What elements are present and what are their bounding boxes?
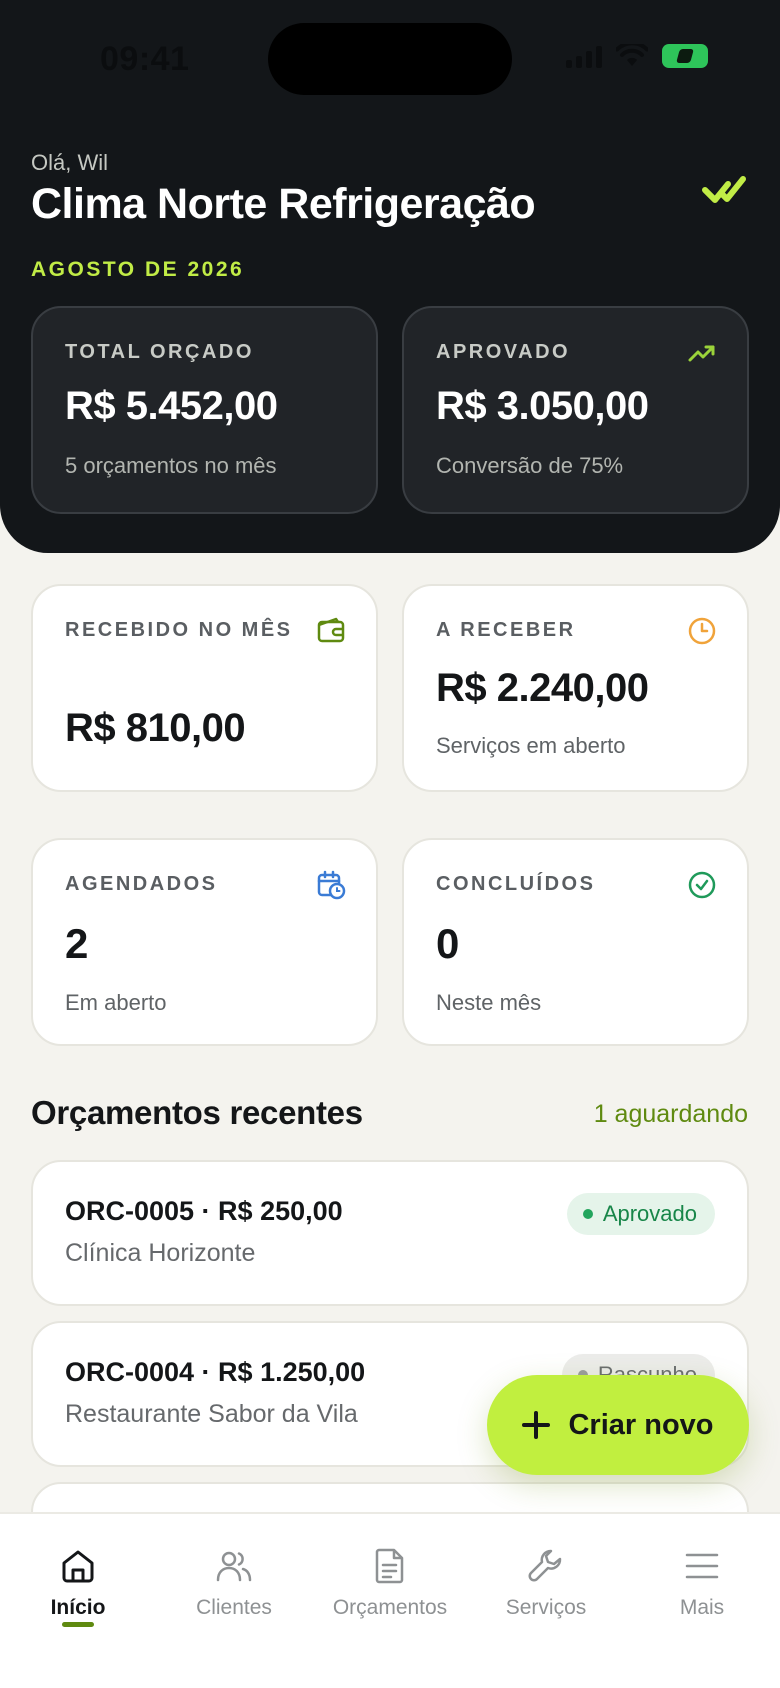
active-indicator xyxy=(62,1622,94,1627)
nav-label: Início xyxy=(50,1596,106,1619)
card-label: A RECEBER xyxy=(436,619,576,641)
clock-icon xyxy=(688,617,716,645)
nav-item-clientes[interactable]: Clientes xyxy=(156,1514,312,1654)
wrench-icon xyxy=(528,1549,562,1582)
wifi-icon xyxy=(616,44,648,66)
card-value: R$ 3.050,00 xyxy=(436,384,649,428)
a-receber-card[interactable]: A RECEBER R$ 2.240,00 Serviços em aberto xyxy=(402,584,749,792)
card-sub: Conversão de 75% xyxy=(436,453,624,478)
aprovado-card[interactable]: APROVADO R$ 3.050,00 Conversão de 75% xyxy=(402,306,749,514)
card-value: R$ 810,00 xyxy=(65,706,246,750)
nav-item-servicos[interactable]: Serviços xyxy=(468,1514,624,1654)
card-value: R$ 2.240,00 xyxy=(436,666,649,710)
nav-item-orcamentos[interactable]: Orçamentos xyxy=(312,1514,468,1654)
card-label: TOTAL ORÇADO xyxy=(65,341,254,363)
create-new-button[interactable]: Criar novo xyxy=(487,1375,749,1475)
users-icon xyxy=(216,1551,252,1582)
company-name: Clima Norte Refrigeração xyxy=(31,180,536,228)
card-sub: Neste mês xyxy=(436,990,542,1015)
document-icon xyxy=(375,1548,404,1584)
battery-icon xyxy=(662,44,708,68)
total-orcado-card[interactable]: TOTAL ORÇADO R$ 5.452,00 5 orçamentos no… xyxy=(31,306,378,514)
card-sub: 5 orçamentos no mês xyxy=(65,453,277,478)
dynamic-island xyxy=(268,23,512,95)
quote-card[interactable]: ORC-0005 · R$ 250,00 Clínica Horizonte A… xyxy=(31,1160,749,1306)
agendados-card[interactable]: AGENDADOS 2 Em aberto xyxy=(31,838,378,1046)
plus-icon xyxy=(522,1411,551,1439)
status-dot xyxy=(582,1209,593,1219)
nav-label: Orçamentos xyxy=(332,1596,448,1619)
nav-label: Clientes xyxy=(196,1596,272,1619)
card-label: RECEBIDO NO MÊS xyxy=(65,619,293,641)
card-sub: Serviços em aberto xyxy=(436,733,626,758)
nav-item-inicio[interactable]: Início xyxy=(0,1514,156,1654)
recebido-card[interactable]: RECEBIDO NO MÊS R$ 810,00 xyxy=(31,584,378,792)
nav-label: Serviços xyxy=(505,1596,587,1619)
status-label: Aprovado xyxy=(602,1201,697,1226)
signal-icon xyxy=(566,44,602,68)
card-value: R$ 5.452,00 xyxy=(65,384,278,428)
card-label: APROVADO xyxy=(436,341,571,363)
card-sub: Em aberto xyxy=(65,990,167,1015)
wallet-icon xyxy=(317,617,345,643)
period-label: AGOSTO DE 2026 xyxy=(31,258,245,281)
quote-client: Clínica Horizonte xyxy=(65,1239,256,1267)
create-new-label: Criar novo xyxy=(568,1408,714,1441)
check-double-icon[interactable] xyxy=(700,170,748,210)
card-label: AGENDADOS xyxy=(65,873,218,895)
nav-label: Mais xyxy=(679,1596,725,1619)
trending-up-icon xyxy=(688,345,715,362)
calendar-clock-icon xyxy=(317,870,346,900)
card-value: 2 xyxy=(65,920,88,967)
dashboard-header: 09:41 Olá, Wil Clima Norte Refrigeração … xyxy=(0,0,780,553)
status-icons xyxy=(566,44,708,68)
section-title: Orçamentos recentes xyxy=(31,1094,363,1131)
status-badge: Aprovado xyxy=(566,1193,715,1235)
home-icon xyxy=(62,1550,94,1583)
bottom-nav: Início Clientes Orçamentos Serviços Mais xyxy=(0,1512,780,1688)
check-circle-icon xyxy=(688,871,716,899)
concluidos-card[interactable]: CONCLUÍDOS 0 Neste mês xyxy=(402,838,749,1046)
card-value: 0 xyxy=(436,920,459,967)
awaiting-link[interactable]: 1 aguardando xyxy=(594,1100,748,1129)
greeting: Olá, Wil xyxy=(31,150,108,175)
card-label: CONCLUÍDOS xyxy=(436,873,596,895)
menu-icon xyxy=(685,1553,719,1579)
nav-item-mais[interactable]: Mais xyxy=(624,1514,780,1654)
status-time: 09:41 xyxy=(100,40,190,78)
